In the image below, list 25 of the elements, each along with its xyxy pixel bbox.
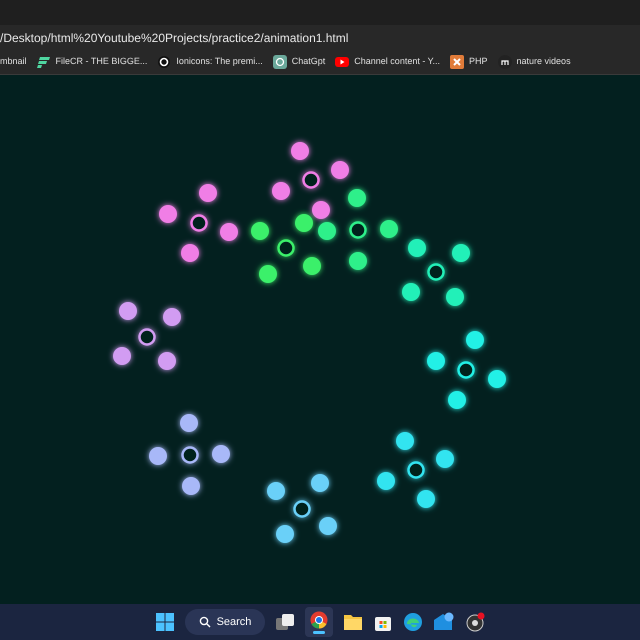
browser-taskbar-button[interactable] (305, 607, 334, 637)
circle-logo-icon (310, 610, 328, 628)
folder-icon[interactable] (343, 613, 364, 631)
letter-m-icon (498, 55, 512, 69)
bookmark-link[interactable]: nature videos (498, 55, 571, 69)
windows-icon[interactable] (154, 612, 175, 632)
search-icon (198, 616, 211, 628)
bookmark-link[interactable]: FileCR - THE BIGGE... (36, 55, 148, 69)
wave-logo-icon[interactable] (403, 612, 424, 632)
play-icon (335, 55, 350, 69)
url-text: /Desktop/html%20Youtube%20Projects/practice2/animation1.html (0, 30, 348, 46)
address-bar[interactable]: /Desktop/html%20Youtube%20Projects/practice2/animation1.html (0, 25, 640, 50)
bookmark-link[interactable]: PHP (450, 55, 488, 69)
aperture-icon[interactable] (465, 612, 486, 632)
search-field[interactable]: Search (184, 609, 266, 635)
cross-icon (450, 55, 464, 69)
search-label: Search (216, 614, 252, 630)
running-indicator (313, 630, 326, 634)
bookmark-link[interactable]: Channel content - Y... (335, 55, 440, 69)
bookmark-link[interactable]: ChatGpt (272, 55, 326, 69)
overlapping-squares-icon[interactable] (275, 612, 296, 632)
bookmark-link[interactable]: mbnail (0, 55, 27, 69)
ring-icon (157, 55, 172, 69)
bookmark-link[interactable]: Ionicons: The premi... (157, 55, 263, 69)
stripes-icon (36, 55, 51, 69)
